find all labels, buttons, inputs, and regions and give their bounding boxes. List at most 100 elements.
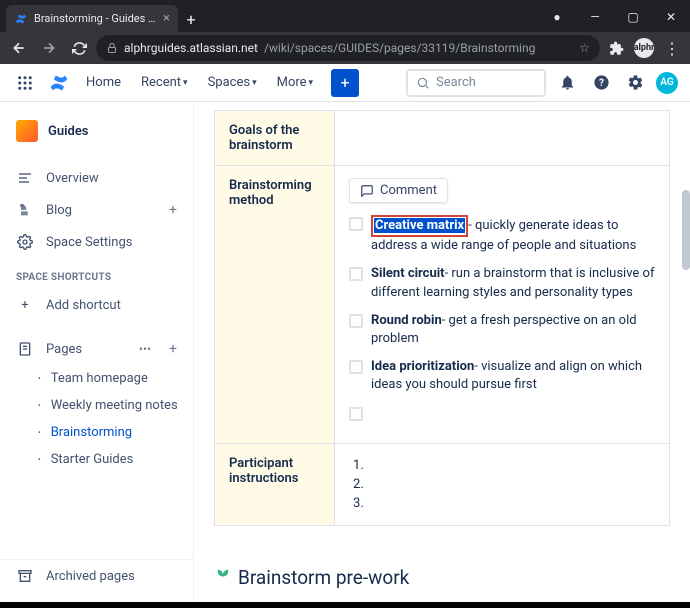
confluence-logo-icon[interactable] (46, 70, 72, 96)
browser-avatar[interactable]: alphr (632, 36, 656, 60)
sidebar-tree-item[interactable]: Starter Guides (0, 446, 193, 473)
list-item[interactable] (367, 475, 655, 494)
nav-more[interactable]: More▾ (271, 71, 319, 94)
extension-icons: alphr ⋮ (604, 36, 684, 60)
address-bar: alphrguides.atlassian.net/wiki/spaces/GU… (0, 32, 690, 64)
browser-tab[interactable]: Brainstorming - Guides - Conflu × (6, 5, 178, 32)
add-blog-icon[interactable]: + (169, 202, 177, 218)
checkbox[interactable] (349, 314, 363, 328)
create-button[interactable]: + (331, 69, 359, 97)
app-switcher-icon[interactable] (12, 70, 38, 96)
checkbox[interactable] (349, 407, 363, 421)
search-input[interactable]: Search (406, 69, 546, 97)
bookmark-star-icon[interactable]: ☆ (579, 41, 590, 55)
sidebar-tree-item[interactable]: Brainstorming (0, 419, 193, 446)
close-window-button[interactable]: ✕ (652, 2, 690, 32)
method-label-cell[interactable]: Brainstorming method (215, 166, 335, 444)
section-title: Brainstorm pre-work (214, 566, 670, 589)
space-icon (16, 120, 38, 142)
user-avatar[interactable]: AG (656, 72, 678, 94)
sidebar-item-archived[interactable]: Archived pages (0, 560, 193, 592)
lock-icon (106, 42, 118, 54)
overview-icon (16, 169, 34, 187)
method-item: Creative matrix- quickly generate ideas … (349, 215, 655, 255)
list-item[interactable] (367, 494, 655, 513)
shortcuts-heading: SPACE SHORTCUTS (0, 258, 193, 289)
url-host: alphrguides.atlassian.net (124, 41, 258, 55)
gear-icon (16, 233, 34, 251)
confluence-header: Home Recent▾ Spaces▾ More▾ + Search ? AG (0, 64, 690, 102)
tab-strip: Brainstorming - Guides - Conflu × + ● — … (0, 0, 690, 32)
maximize-button[interactable]: ▢ (614, 2, 652, 32)
pages-icon (16, 340, 34, 358)
svg-text:?: ? (599, 78, 604, 89)
archive-icon (16, 567, 34, 585)
chevron-down-icon: ▾ (252, 78, 257, 88)
url-input[interactable]: alphrguides.atlassian.net/wiki/spaces/GU… (96, 35, 600, 61)
sidebar-tree-item[interactable]: Weekly meeting notes (0, 392, 193, 419)
goals-value-cell[interactable] (335, 111, 670, 166)
confluence-favicon-icon (14, 12, 28, 26)
list-item[interactable] (367, 456, 655, 475)
table-row: Goals of the brainstorm (215, 111, 670, 166)
reload-button[interactable] (66, 35, 92, 61)
nav-spaces[interactable]: Spaces▾ (202, 71, 263, 94)
add-page-icon[interactable]: + (169, 341, 177, 357)
sidebar-item-pages[interactable]: Pages ••• + (0, 333, 193, 365)
tab-close-icon[interactable]: × (163, 11, 170, 26)
browser-chrome: Brainstorming - Guides - Conflu × + ● — … (0, 0, 690, 64)
search-icon (416, 76, 430, 90)
nav-home[interactable]: Home (80, 71, 127, 94)
forward-button[interactable] (36, 35, 62, 61)
sidebar-item-space-settings[interactable]: Space Settings (0, 226, 193, 258)
goals-label-cell[interactable]: Goals of the brainstorm (215, 111, 335, 166)
method-text: Creative matrix- quickly generate ideas … (371, 215, 655, 255)
chevron-down-icon: ▾ (183, 78, 188, 88)
checkbox[interactable] (349, 360, 363, 374)
page-table: Goals of the brainstorm Brainstorming me… (214, 110, 670, 526)
table-row: Participant instructions (215, 443, 670, 525)
checkbox[interactable] (349, 217, 363, 231)
url-path: /wiki/spaces/GUIDES/pages/33119/Brainsto… (264, 41, 535, 55)
seedling-icon (214, 566, 232, 589)
chevron-down-icon: ▾ (309, 78, 314, 88)
comment-button[interactable]: Comment (349, 178, 448, 203)
nav-recent[interactable]: Recent▾ (135, 71, 194, 94)
method-value-cell[interactable]: Comment Creative matrix- quickly generat… (335, 166, 670, 444)
method-text: Idea prioritization- visualize and align… (371, 358, 655, 394)
sidebar-item-add-shortcut[interactable]: + Add shortcut (0, 289, 193, 321)
scrollbar-thumb[interactable] (682, 190, 690, 270)
sidebar: Guides Overview ” Blog + Space Settings … (0, 102, 194, 602)
participant-value-cell[interactable] (335, 443, 670, 525)
browser-menu-icon[interactable]: ⋮ (660, 36, 684, 60)
new-tab-button[interactable]: + (178, 6, 204, 32)
circle-icon[interactable]: ● (538, 2, 576, 32)
notifications-icon[interactable] (554, 70, 580, 96)
minimize-button[interactable]: — (576, 2, 614, 32)
svg-text:”: ” (20, 203, 24, 216)
window-controls: ● — ▢ ✕ (538, 2, 690, 32)
participant-label-cell[interactable]: Participant instructions (215, 443, 335, 525)
method-text: Silent circuit- run a brainstorm that is… (371, 265, 655, 301)
back-button[interactable] (6, 35, 32, 61)
extensions-icon[interactable] (604, 36, 628, 60)
checkbox[interactable] (349, 267, 363, 281)
method-item: Round robin- get a fresh perspective on … (349, 312, 655, 348)
comment-icon (360, 184, 374, 198)
sidebar-item-blog[interactable]: ” Blog + (0, 194, 193, 226)
method-item: Idea prioritization- visualize and align… (349, 358, 655, 394)
method-text: Round robin- get a fresh perspective on … (371, 312, 655, 348)
main-area: Guides Overview ” Blog + Space Settings … (0, 102, 690, 602)
search-placeholder: Search (436, 75, 476, 90)
table-row: Brainstorming method Comment Creative ma… (215, 166, 670, 444)
help-icon[interactable]: ? (588, 70, 614, 96)
sidebar-item-overview[interactable]: Overview (0, 162, 193, 194)
bottom-border (0, 602, 690, 608)
pages-more-icon[interactable]: ••• (139, 342, 151, 356)
plus-icon: + (16, 296, 34, 314)
page-content: Goals of the brainstorm Brainstorming me… (194, 102, 690, 602)
tab-title: Brainstorming - Guides - Conflu (34, 12, 157, 25)
space-name[interactable]: Guides (0, 112, 193, 150)
sidebar-tree-item[interactable]: Team homepage (0, 365, 193, 392)
settings-gear-icon[interactable] (622, 70, 648, 96)
